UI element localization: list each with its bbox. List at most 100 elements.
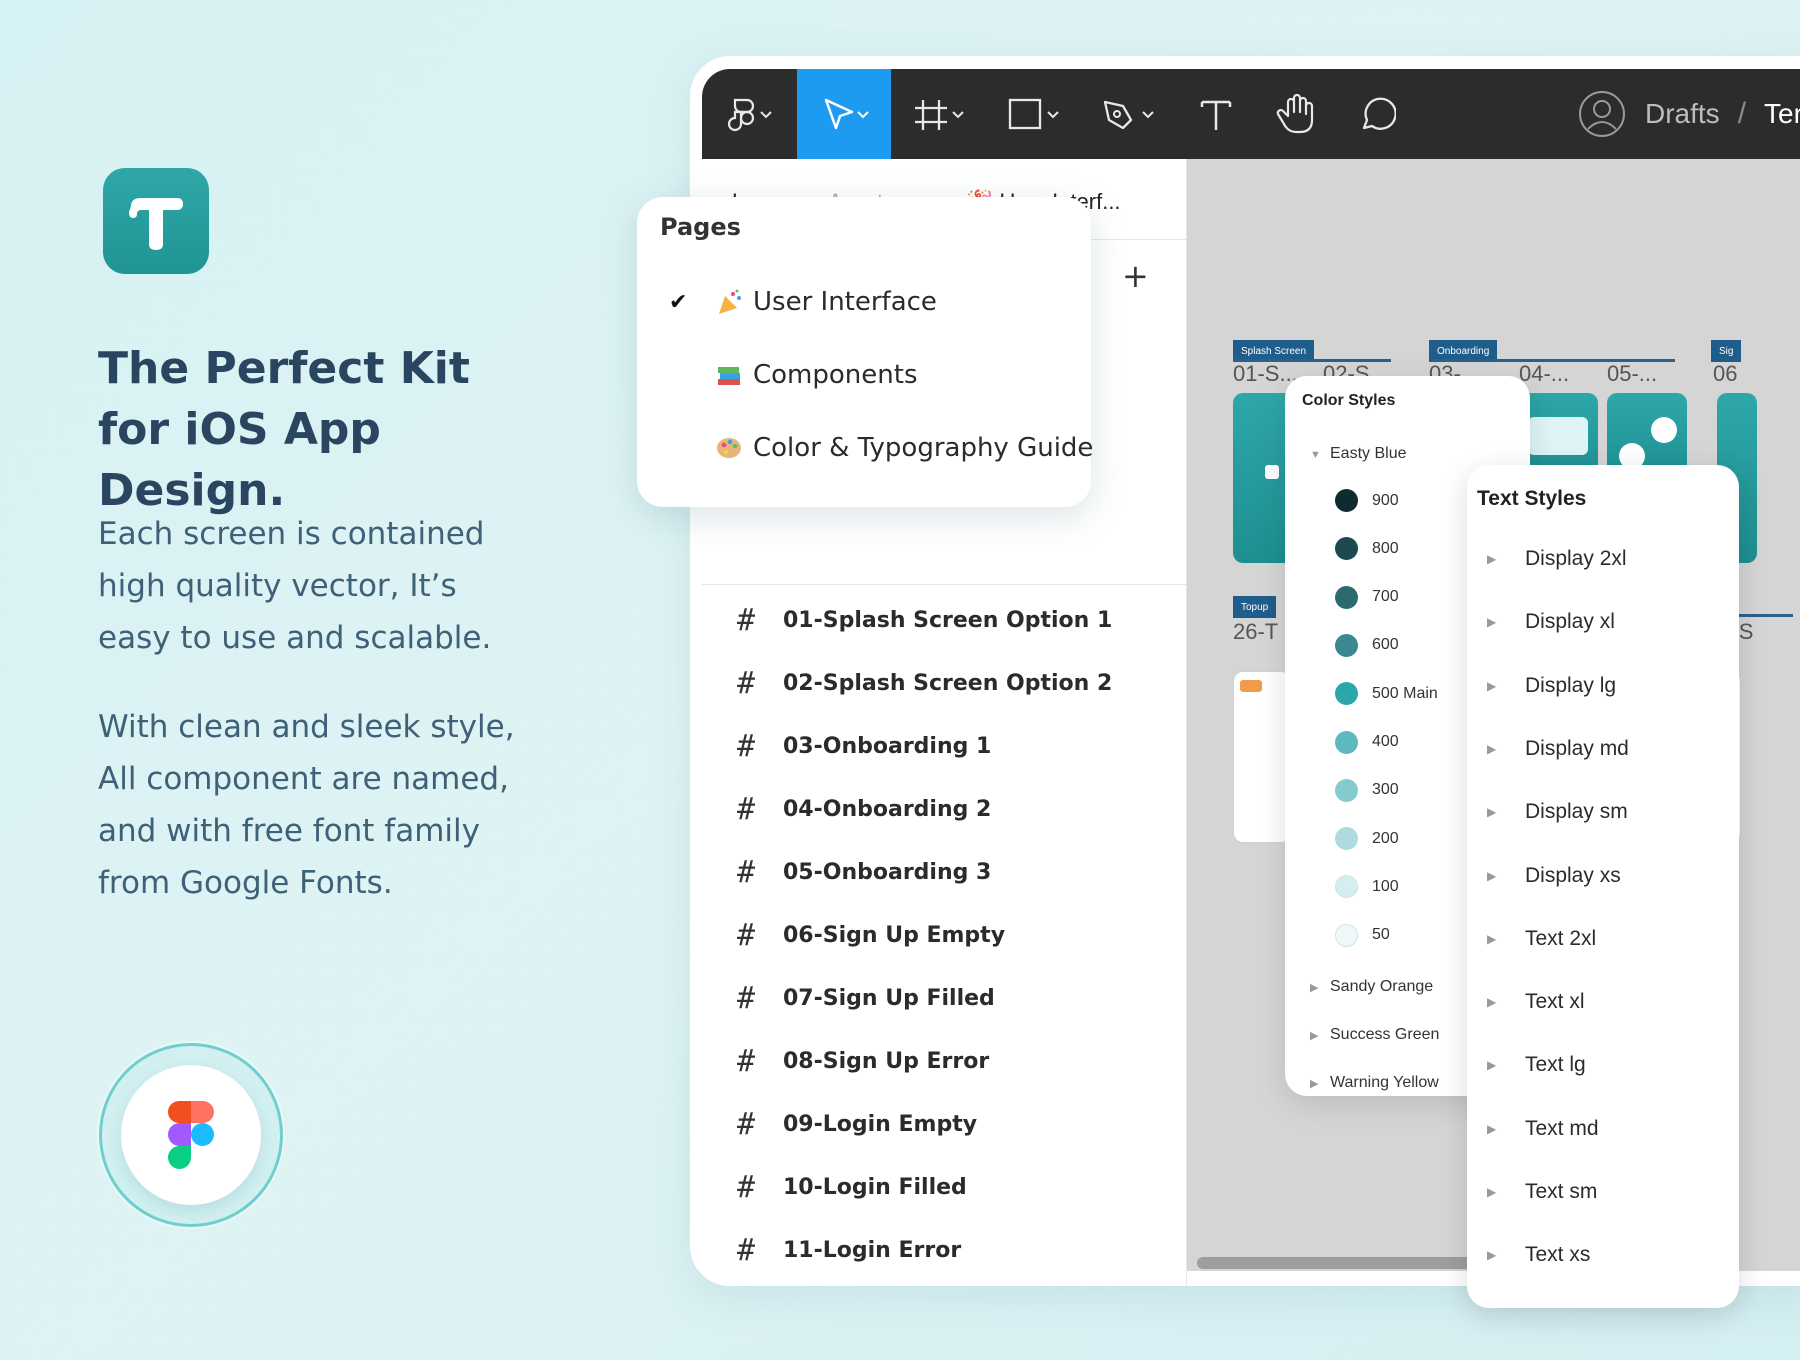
color-group-sandy-orange[interactable]: ▶ Sandy Orange bbox=[1310, 978, 1433, 996]
text-style-row[interactable]: ▶ Text 2xl bbox=[1487, 927, 1596, 951]
breadcrumb-file[interactable]: Ter bbox=[1764, 98, 1800, 130]
pen-icon bbox=[1103, 100, 1154, 130]
swatch-label: 700 bbox=[1372, 588, 1399, 606]
text-style-row[interactable]: ▶ Display md bbox=[1487, 737, 1629, 761]
color-swatch-row[interactable]: 400 bbox=[1335, 730, 1399, 754]
layer-row[interactable]: #03-Onboarding 1 bbox=[737, 715, 1187, 778]
layer-row[interactable]: #07-Sign Up Filled bbox=[737, 967, 1187, 1030]
layer-label: 02-Splash Screen Option 2 bbox=[783, 671, 1113, 696]
books-icon bbox=[718, 367, 740, 385]
palette-icon bbox=[717, 438, 741, 458]
caret-right-icon: ▶ bbox=[1487, 868, 1497, 883]
layer-row[interactable]: #02-Splash Screen Option 2 bbox=[737, 652, 1187, 715]
color-swatch-row[interactable]: 600 bbox=[1335, 633, 1399, 657]
user-avatar-icon[interactable] bbox=[1577, 89, 1627, 139]
text-style-row[interactable]: ▶ Display xl bbox=[1487, 610, 1615, 634]
figma-menu-icon bbox=[727, 98, 772, 132]
caret-right-icon: ▶ bbox=[1487, 995, 1497, 1010]
layer-row[interactable]: #06-Sign Up Empty bbox=[737, 904, 1187, 967]
swatch-label: 100 bbox=[1372, 877, 1399, 895]
layer-label: 09-Login Empty bbox=[783, 1112, 978, 1137]
color-swatch-row[interactable]: 50 bbox=[1335, 923, 1390, 947]
page-item-components[interactable]: Components bbox=[637, 355, 1091, 395]
layer-label: 04-Onboarding 2 bbox=[783, 797, 992, 822]
color-swatch-row[interactable]: 800 bbox=[1335, 537, 1399, 561]
frame-tool-button[interactable] bbox=[891, 69, 986, 159]
pen-tool-button[interactable] bbox=[1081, 69, 1176, 159]
caret-right-icon: ▶ bbox=[1487, 1058, 1497, 1073]
layer-label: 07-Sign Up Filled bbox=[783, 986, 995, 1011]
page-item-user-interface[interactable]: ✔ User Interface bbox=[637, 282, 1091, 322]
layer-row[interactable]: #11-Login Error bbox=[737, 1219, 1187, 1282]
comment-icon bbox=[1362, 97, 1396, 130]
move-tool-button[interactable] bbox=[797, 69, 891, 159]
frame-icon: # bbox=[737, 666, 756, 701]
text-tool-button[interactable] bbox=[1176, 69, 1256, 159]
text-style-row[interactable]: ▶ Display 2xl bbox=[1487, 547, 1627, 571]
color-swatch-row[interactable]: 500 Main bbox=[1335, 682, 1438, 706]
color-swatch-row[interactable]: 700 bbox=[1335, 585, 1399, 609]
comment-tool-button[interactable] bbox=[1336, 69, 1416, 159]
breadcrumb-separator: / bbox=[1737, 97, 1747, 130]
text-style-row[interactable]: ▶ Text lg bbox=[1487, 1053, 1586, 1077]
page-item-label: Color & Typography Guide bbox=[753, 433, 1094, 463]
text-style-row[interactable]: ▶ Display sm bbox=[1487, 800, 1628, 824]
frame-label[interactable]: 06 bbox=[1713, 361, 1737, 387]
text-style-label: Text md bbox=[1525, 1116, 1599, 1140]
rectangle-icon bbox=[1008, 98, 1059, 130]
color-swatch-row[interactable]: 100 bbox=[1335, 875, 1399, 899]
text-style-row[interactable]: ▶ Text xl bbox=[1487, 990, 1585, 1014]
color-group-success-green[interactable]: ▶ Success Green bbox=[1310, 1026, 1439, 1044]
color-swatch bbox=[1335, 585, 1358, 609]
caret-down-icon: ▼ bbox=[1310, 449, 1321, 461]
color-styles-title: Color Styles bbox=[1302, 392, 1396, 409]
layer-row[interactable]: #10-Login Filled bbox=[737, 1156, 1187, 1219]
layer-row[interactable]: #04-Onboarding 2 bbox=[737, 778, 1187, 841]
party-popper-icon bbox=[719, 289, 741, 314]
pages-popover: Pages ✔ User Interface Components Color … bbox=[637, 197, 1094, 507]
description-2: With clean and sleek style, All componen… bbox=[98, 709, 515, 901]
text-style-row[interactable]: ▶ Text xs bbox=[1487, 1243, 1590, 1267]
text-style-row[interactable]: ▶ Display lg bbox=[1487, 674, 1616, 698]
text-style-row[interactable]: ▶ Display xs bbox=[1487, 864, 1621, 888]
swatch-label: 900 bbox=[1372, 491, 1399, 509]
color-swatch bbox=[1335, 827, 1358, 851]
section-tag: Sig bbox=[1711, 340, 1742, 362]
text-style-row[interactable]: ▶ Text sm bbox=[1487, 1180, 1597, 1204]
breadcrumb-drafts[interactable]: Drafts bbox=[1645, 98, 1720, 130]
color-swatch-row[interactable]: 200 bbox=[1335, 827, 1399, 851]
text-style-label: Text 2xl bbox=[1525, 926, 1597, 950]
color-swatch bbox=[1335, 875, 1358, 899]
frame-label[interactable]: 01-S... bbox=[1233, 361, 1298, 387]
color-group-label: Warning Yellow bbox=[1330, 1074, 1439, 1091]
layer-row[interactable]: #12-Setting Up Account Empty bbox=[737, 1282, 1187, 1286]
layer-row[interactable]: #08-Sign Up Error bbox=[737, 1030, 1187, 1093]
add-page-button[interactable]: + bbox=[1122, 257, 1149, 295]
caret-right-icon: ▶ bbox=[1487, 678, 1497, 693]
frame-label[interactable]: 05-... bbox=[1607, 361, 1657, 387]
color-swatch-row[interactable]: 300 bbox=[1335, 778, 1399, 802]
frame-label[interactable]: 26-T bbox=[1233, 619, 1278, 645]
color-group-warning-yellow[interactable]: ▶ Warning Yellow bbox=[1310, 1074, 1439, 1092]
caret-right-icon: ▶ bbox=[1487, 1248, 1497, 1263]
toolbar: Drafts / Ter bbox=[702, 69, 1800, 159]
figma-icon bbox=[168, 1101, 214, 1169]
hand-tool-button[interactable] bbox=[1256, 69, 1336, 159]
screen-thumbnail[interactable] bbox=[1233, 671, 1291, 843]
text-style-label: Display xl bbox=[1525, 610, 1615, 634]
layer-row[interactable]: #01-Splash Screen Option 1 bbox=[737, 589, 1187, 652]
frame-label[interactable]: 04-... bbox=[1519, 361, 1569, 387]
page-item-color-typography[interactable]: Color & Typography Guide bbox=[637, 428, 1094, 468]
color-swatch bbox=[1335, 489, 1358, 512]
caret-right-icon: ▶ bbox=[1310, 982, 1319, 994]
shape-tool-button[interactable] bbox=[986, 69, 1081, 159]
color-group-label: Success Green bbox=[1330, 1026, 1440, 1043]
page-item-label: Components bbox=[753, 360, 918, 390]
color-group-easty-blue[interactable]: ▼ Easty Blue bbox=[1310, 445, 1406, 463]
layer-row[interactable]: #05-Onboarding 3 bbox=[737, 841, 1187, 904]
color-swatch-row[interactable]: 900 bbox=[1335, 489, 1399, 512]
main-menu-button[interactable] bbox=[702, 69, 797, 159]
layer-label: 05-Onboarding 3 bbox=[783, 860, 992, 885]
text-style-row[interactable]: ▶ Text md bbox=[1487, 1117, 1599, 1141]
layer-row[interactable]: #09-Login Empty bbox=[737, 1093, 1187, 1156]
